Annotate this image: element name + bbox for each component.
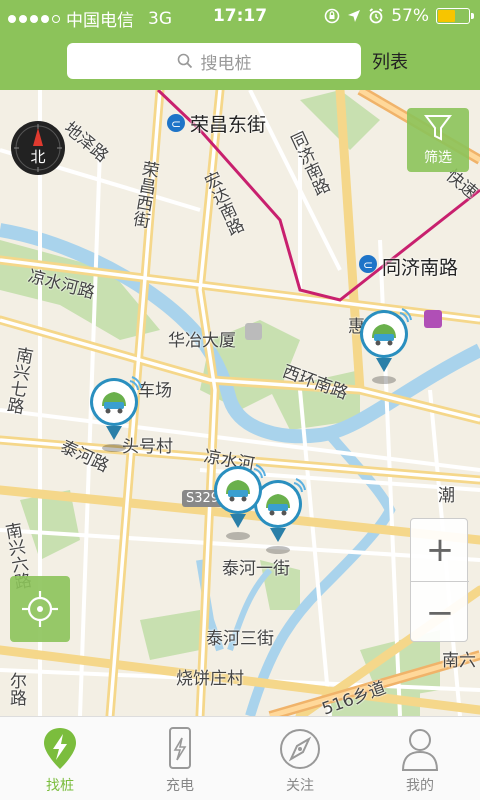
funnel-icon: [424, 115, 452, 141]
charger-marker[interactable]: [214, 464, 266, 542]
tab-label: 充电: [166, 778, 194, 794]
filter-button[interactable]: 筛选: [407, 108, 469, 172]
label-shiyi-lu: 尔路: [6, 672, 26, 706]
tab-label: 我的: [406, 778, 434, 794]
battery-fill: [438, 10, 456, 22]
label-chao: 潮: [434, 486, 454, 503]
tab-label: 找桩: [46, 778, 74, 794]
charger-marker[interactable]: [90, 376, 142, 454]
charger-marker[interactable]: [360, 308, 412, 386]
label-taihe-sanjie: 泰河三街: [206, 629, 274, 649]
search-placeholder: 搜电桩: [200, 53, 252, 74]
bolt-pin-icon: [44, 728, 76, 769]
tab-bar: 找桩 充电 关注 我的: [0, 716, 480, 800]
map-base: ⊂ ⊂: [0, 90, 480, 716]
location-arrow-icon: [348, 10, 361, 22]
compass-label: 北: [30, 148, 45, 166]
zoom-control: + −: [410, 518, 469, 643]
search-icon: [177, 53, 192, 69]
filter-label: 筛选: [424, 150, 452, 166]
tab-charge[interactable]: 充电: [120, 717, 240, 800]
locate-button[interactable]: [10, 576, 70, 642]
compass-icon[interactable]: 北: [10, 120, 66, 176]
label-changchang: 车场: [138, 381, 172, 401]
status-bar: 中国电信 3G 17:17 57%: [0, 0, 480, 34]
svg-text:⊂: ⊂: [363, 258, 373, 272]
tab-mine[interactable]: 我的: [360, 717, 480, 800]
svg-text:⊂: ⊂: [171, 117, 181, 131]
search-input[interactable]: 搜电桩: [67, 43, 361, 79]
label-rongchang-dongjie: 荣昌东街: [190, 114, 267, 136]
app-root: 中国电信 3G 17:17 57% 搜电桩 列表 ⊂ ⊂ 荣昌东街 同济南路 同…: [0, 0, 480, 800]
rotation-lock-icon: [324, 8, 340, 24]
label-tongji-nanlu-station: 同济南路: [382, 257, 459, 279]
zoom-out-button[interactable]: −: [411, 581, 469, 643]
status-right: 57%: [324, 6, 474, 26]
alarm-icon: [369, 8, 383, 24]
zoom-in-button[interactable]: +: [411, 519, 469, 581]
battery-percent: 57%: [391, 6, 429, 26]
person-icon: [401, 729, 439, 771]
phone-charge-icon: [169, 727, 191, 769]
tab-label: 关注: [286, 778, 314, 794]
map-view[interactable]: ⊂ ⊂ 荣昌东街 同济南路 同济南路 宏达南路 荣昌西街 地泽路 凉水河路 华冶…: [0, 90, 480, 716]
label-nanliu: 南六: [442, 651, 476, 671]
list-button[interactable]: 列表: [372, 48, 408, 74]
label-huaye-dasha: 华冶大厦: [168, 331, 236, 351]
label-shaobing-zhuangcun: 烧饼庄村: [176, 669, 244, 689]
compass-icon: [280, 729, 320, 769]
battery-icon: [436, 8, 474, 24]
crosshair-icon: [22, 591, 58, 627]
tab-follow[interactable]: 关注: [240, 717, 360, 800]
label-taihe-yijie: 泰河一街: [222, 559, 290, 579]
header: 中国电信 3G 17:17 57% 搜电桩 列表: [0, 0, 480, 90]
tab-find-pile[interactable]: 找桩: [0, 717, 120, 800]
